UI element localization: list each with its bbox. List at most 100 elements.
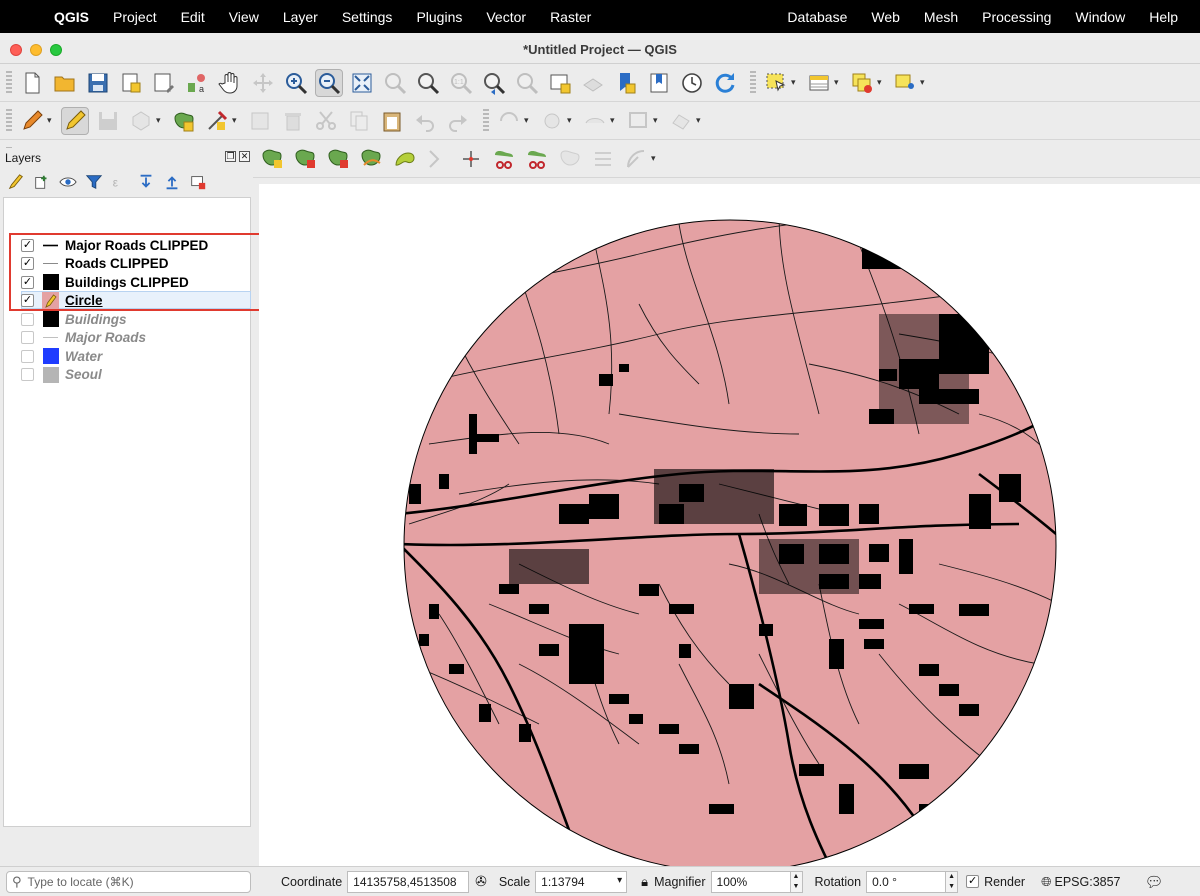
zoom-to-selection-button[interactable]	[381, 69, 409, 97]
toolbar-grip[interactable]	[750, 70, 756, 95]
chevron-down-icon[interactable]: ▾	[877, 77, 885, 88]
vertex-tool-button[interactable]	[203, 107, 231, 135]
rotate-point-symbols-button[interactable]	[622, 145, 650, 173]
filter-legend-button[interactable]	[84, 172, 104, 192]
show-bookmarks-button[interactable]	[645, 69, 673, 97]
coordinate-field[interactable]: 14135758,4513508	[347, 870, 470, 893]
layer-checkbox[interactable]	[21, 368, 34, 381]
chevron-down-icon[interactable]: ▾	[524, 115, 532, 126]
open-project-button[interactable]	[51, 69, 79, 97]
layer-checkbox[interactable]	[21, 349, 34, 363]
delete-ring-button[interactable]	[292, 145, 320, 173]
menu-view[interactable]: View	[217, 9, 271, 25]
simplify-button[interactable]	[624, 107, 652, 135]
expand-all-button[interactable]	[136, 172, 156, 192]
chevron-down-icon[interactable]: ▾	[834, 77, 842, 88]
new-project-button[interactable]	[18, 69, 46, 97]
chevron-down-icon[interactable]: ▾	[920, 77, 928, 88]
toolbar-grip[interactable]	[6, 70, 12, 95]
menu-processing[interactable]: Processing	[970, 9, 1063, 25]
layer-item-water[interactable]: Water	[0, 347, 102, 365]
new-map-view-button[interactable]	[546, 69, 574, 97]
coordinate-toggle-icon[interactable]: ✇	[475, 873, 487, 890]
fill-ring-feature-button[interactable]	[259, 145, 287, 173]
layer-item-major-roads[interactable]: Major Roads	[0, 329, 146, 347]
app-menu[interactable]: QGIS	[40, 9, 101, 25]
print-layout-button[interactable]	[117, 69, 145, 97]
menu-web[interactable]: Web	[859, 9, 912, 25]
minimize-window-button[interactable]	[30, 44, 42, 56]
rotation-field[interactable]: 0.0 °	[866, 870, 947, 893]
merge-features-button[interactable]	[556, 145, 584, 173]
close-panel-icon[interactable]: ✕	[239, 151, 250, 162]
reshape-features-button[interactable]	[358, 145, 386, 173]
trim-extend-button[interactable]	[457, 145, 485, 173]
pan-to-selection-button[interactable]	[249, 69, 277, 97]
zoom-native-button[interactable]: 1:1	[447, 69, 475, 97]
zoom-in-button[interactable]	[282, 69, 310, 97]
menu-window[interactable]: Window	[1063, 9, 1137, 25]
menu-layer[interactable]: Layer	[271, 9, 330, 25]
layer-item-buildings[interactable]: Buildings	[0, 310, 127, 328]
zoom-last-button[interactable]	[480, 69, 508, 97]
chevron-down-icon[interactable]: ▾	[610, 115, 618, 126]
menu-project[interactable]: Project	[101, 9, 169, 25]
menu-plugins[interactable]: Plugins	[404, 9, 474, 25]
add-group-button[interactable]	[32, 172, 52, 192]
remove-layer-button[interactable]	[188, 172, 208, 192]
menu-database[interactable]: Database	[775, 9, 859, 25]
chevron-down-icon[interactable]: ▾	[567, 115, 575, 126]
lock-scale-icon[interactable]: 🔒︎	[641, 874, 648, 890]
add-ring-button[interactable]	[495, 107, 523, 135]
layer-item-seoul[interactable]: Seoul	[0, 366, 102, 384]
delete-selected-button[interactable]	[279, 107, 307, 135]
zoom-to-layer-button[interactable]	[414, 69, 442, 97]
chevron-down-icon[interactable]: ▾	[653, 115, 661, 126]
float-panel-icon[interactable]: ❐	[225, 151, 236, 162]
copy-features-button[interactable]	[345, 107, 373, 135]
locate-search-field[interactable]: ⚲ Type to locate (⌘K)	[6, 870, 251, 893]
chevron-down-icon[interactable]: ▾	[232, 115, 240, 126]
chevron-down-icon[interactable]: ▾	[696, 115, 704, 126]
chevron-down-icon[interactable]: ▾	[791, 77, 799, 88]
zoom-full-button[interactable]	[348, 69, 376, 97]
menu-mesh[interactable]: Mesh	[912, 9, 970, 25]
menu-edit[interactable]: Edit	[169, 9, 217, 25]
render-checkbox[interactable]: ✓	[966, 875, 980, 888]
zoom-out-button[interactable]	[315, 68, 343, 97]
close-window-button[interactable]	[10, 44, 22, 56]
add-part-button[interactable]	[538, 107, 566, 135]
split-features-button[interactable]	[490, 145, 518, 173]
menu-help[interactable]: Help	[1137, 9, 1200, 25]
undo-button[interactable]	[411, 107, 439, 135]
scale-combobox[interactable]: 1:13794 ▾	[535, 870, 628, 893]
new-3d-view-button[interactable]	[579, 69, 607, 97]
filter-expression-button[interactable]: ε	[110, 172, 130, 192]
magnifier-field[interactable]: 100%	[710, 870, 791, 893]
save-edits-button[interactable]	[94, 107, 122, 135]
fill-ring-button[interactable]	[581, 107, 609, 135]
delete-part-button[interactable]	[325, 145, 353, 173]
attribute-table-button[interactable]	[805, 69, 833, 97]
layout-manager-button[interactable]	[150, 69, 178, 97]
modify-attributes-button[interactable]	[246, 107, 274, 135]
current-edits-button[interactable]	[18, 107, 46, 135]
globe-icon[interactable]: 🌐︎	[1041, 874, 1051, 890]
menu-vector[interactable]: Vector	[474, 9, 538, 25]
pan-map-button[interactable]	[216, 69, 244, 97]
temporal-controller-button[interactable]	[678, 69, 706, 97]
redo-button[interactable]	[444, 107, 472, 135]
zoom-next-button[interactable]	[513, 69, 541, 97]
merge-attributes-button[interactable]	[589, 145, 617, 173]
rotation-spinner[interactable]: ▲ ▼	[946, 870, 959, 893]
cut-features-button[interactable]	[312, 107, 340, 135]
toolbar-grip[interactable]	[483, 108, 489, 133]
crs-label[interactable]: EPSG:3857	[1054, 875, 1120, 889]
split-parts-button[interactable]	[523, 145, 551, 173]
offset-curve-button[interactable]	[667, 107, 695, 135]
magnifier-spinner[interactable]: ▲ ▼	[790, 870, 803, 893]
style-manager-button[interactable]: a	[183, 69, 211, 97]
save-project-button[interactable]	[84, 69, 112, 97]
paste-features-button[interactable]	[378, 107, 406, 135]
reverse-line-button[interactable]	[424, 145, 452, 173]
